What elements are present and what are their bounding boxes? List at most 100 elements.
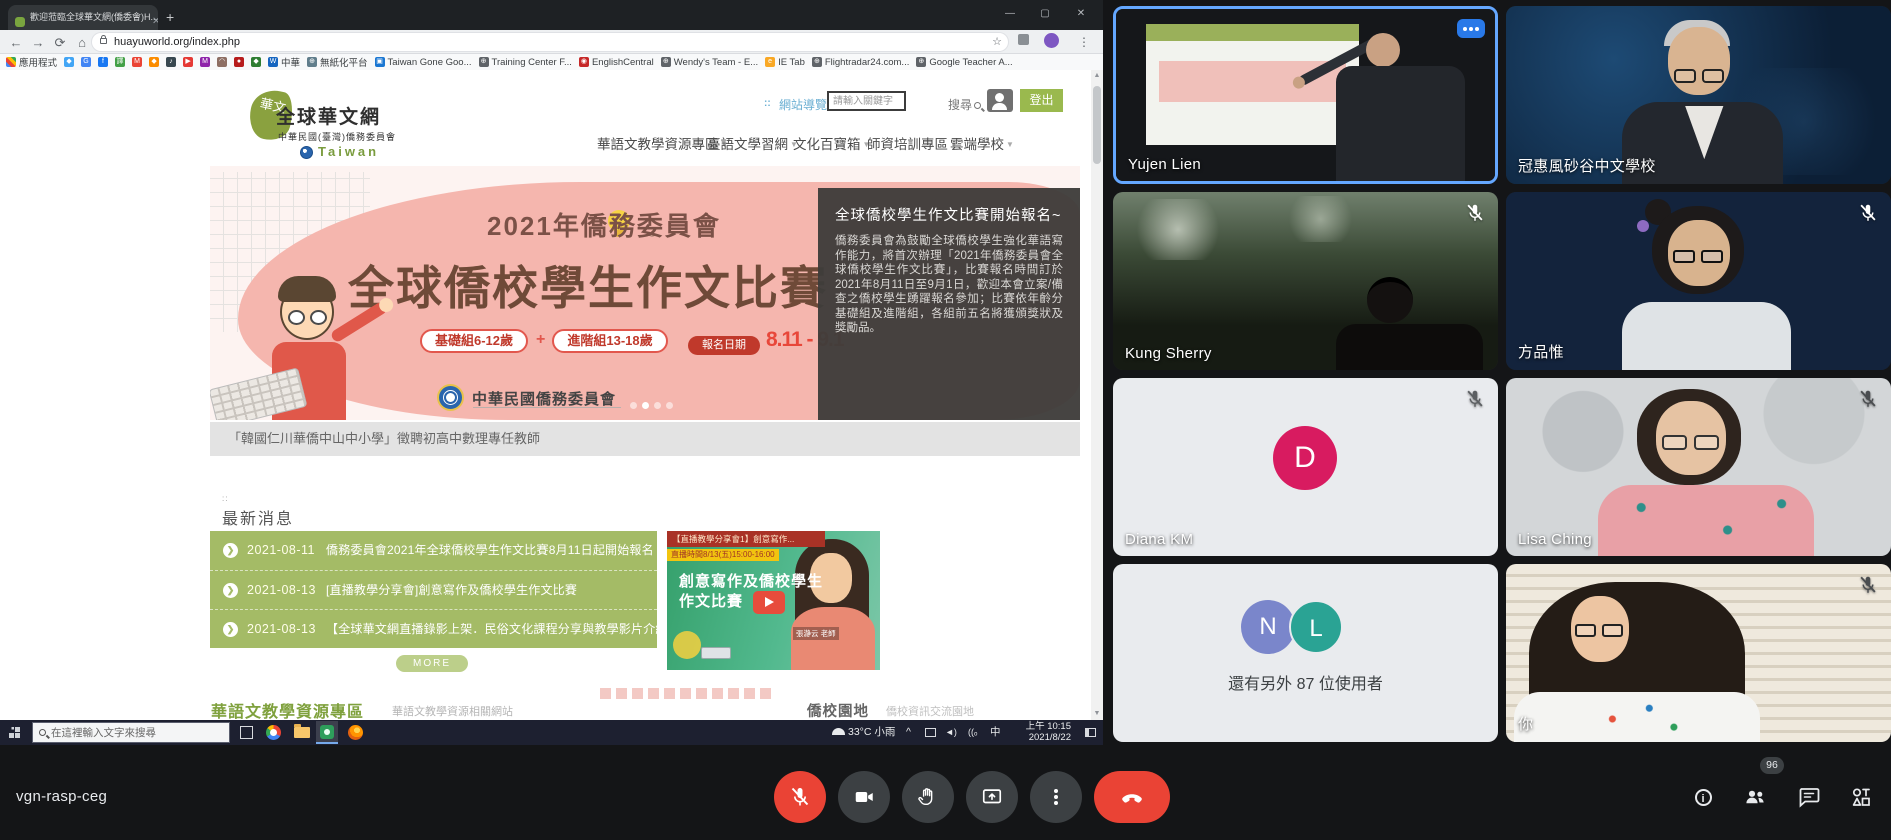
firefox-taskbar-icon[interactable]: [348, 725, 363, 740]
nav-taiwanese-learning[interactable]: 臺語文學習網 ▼: [707, 133, 798, 153]
tile-school-participant[interactable]: 冠惠風砂谷中文學校: [1506, 6, 1891, 184]
chrome-taskbar-icon[interactable]: [266, 725, 281, 740]
news-row[interactable]: ❯ 2021-08-13 [直播教學分享會]創意寫作及僑校學生作文比賽: [210, 570, 657, 609]
window-close-button[interactable]: ✕: [1066, 0, 1096, 28]
bookmark-icon-item[interactable]: M: [200, 57, 211, 67]
bookmark-item[interactable]: ⊕ Google Teacher A...: [916, 57, 1013, 68]
window-maximize-button[interactable]: ▢: [1030, 0, 1060, 28]
tile-diana-km[interactable]: D Diana KM: [1113, 378, 1498, 556]
play-button-icon[interactable]: [753, 591, 785, 614]
notification-center-icon[interactable]: [1085, 728, 1096, 737]
language-indicator[interactable]: 中: [990, 720, 1001, 745]
bookmark-item[interactable]: ⊕ Wendy's Team - E...: [660, 57, 758, 68]
tile-other-participants[interactable]: N L 還有另外 87 位使用者: [1113, 564, 1498, 742]
new-tab-button[interactable]: +: [166, 5, 174, 29]
member-account-button[interactable]: [987, 89, 1013, 112]
bookmark-icon-item[interactable]: ◆: [64, 57, 75, 67]
scrollbar-thumb[interactable]: [1093, 86, 1101, 164]
bookmark-star-icon[interactable]: ☆: [992, 33, 1002, 51]
nav-culture-box[interactable]: 文化百寶箱 ▼: [793, 133, 870, 153]
bookmark-icon-item[interactable]: ◠: [217, 57, 228, 67]
scroll-up-arrow[interactable]: ▲: [1091, 72, 1103, 79]
participant-name: Diana KM: [1125, 531, 1194, 548]
bookmark-icon-item[interactable]: ♪: [166, 57, 177, 67]
site-search-button[interactable]: 搜尋: [948, 96, 982, 113]
end-call-button[interactable]: [1094, 771, 1170, 823]
bookmark-icon-item[interactable]: ◆: [251, 57, 262, 67]
video-thumbnail[interactable]: 【直播教學分享會1】創意寫作... 直播時間8/13(五)15:00-16:00…: [667, 531, 880, 670]
bookmark-icon-item[interactable]: M: [132, 57, 143, 67]
tile-fang-pin-wei[interactable]: 方品惟: [1506, 192, 1891, 370]
nav-teacher-training[interactable]: 師資培訓專區 ▼: [867, 133, 958, 153]
tile-you[interactable]: 你: [1506, 564, 1891, 742]
news-row[interactable]: ❯ 2021-08-13 【全球華文網直播錄影上架．民俗文化課程分享與教學影片介…: [210, 609, 657, 648]
meeting-details-button[interactable]: i: [1690, 784, 1716, 810]
tray-expand-caret[interactable]: ^: [906, 720, 911, 745]
start-button[interactable]: [9, 727, 14, 732]
section-teaching-resources[interactable]: 華語文教學資源專區: [211, 698, 364, 720]
mic-toggle-button[interactable]: [774, 771, 826, 823]
scroll-down-arrow[interactable]: ▼: [1091, 710, 1103, 717]
site-search-input[interactable]: 請輸入關鍵字: [827, 91, 906, 111]
sitemap-link[interactable]: 網站導覽: [779, 96, 827, 113]
tray-display-icon[interactable]: [925, 728, 936, 737]
forward-icon[interactable]: →: [28, 31, 48, 54]
bookmark-item[interactable]: e IE Tab: [765, 57, 805, 68]
nav-cloud-school[interactable]: 雲端學校 ▼: [950, 133, 1014, 153]
clock[interactable]: 上午 10:15 2021/8/22: [1005, 721, 1071, 743]
present-screen-button[interactable]: [966, 771, 1018, 823]
logout-button[interactable]: 登出: [1020, 89, 1063, 112]
tile-lisa-ching[interactable]: Lisa Ching: [1506, 378, 1891, 556]
bookmark-item[interactable]: ⊕ Flightradar24.com...: [811, 57, 909, 68]
tile-yujen-lien[interactable]: Yujen Lien: [1113, 6, 1498, 184]
tile-kung-sherry[interactable]: Kung Sherry: [1113, 192, 1498, 370]
volume-icon[interactable]: ◄): [945, 720, 957, 745]
tab-close-icon[interactable]: ✕: [152, 11, 158, 30]
meet-taskbar-icon[interactable]: [316, 721, 338, 744]
hero-banner[interactable]: ~~~ 2021年僑務委員會 全球僑校學生作文比賽 基礎組6-12歲 + 進階組…: [210, 166, 1080, 420]
news-row[interactable]: ❯ 2021-08-11 僑務委員會2021年全球僑校學生作文比賽8月11日起開…: [210, 531, 657, 570]
window-minimize-button[interactable]: —: [995, 0, 1025, 28]
extensions-icon[interactable]: [1018, 34, 1029, 45]
bookmark-apps[interactable]: 應用程式: [6, 55, 57, 69]
taskbar-search[interactable]: 在這裡輸入文字來搜尋: [32, 722, 230, 743]
profile-avatar[interactable]: [1044, 33, 1059, 48]
browser-tab[interactable]: 歡迎蒞臨全球華文網(僑委會)H... ✕: [8, 5, 158, 30]
announcement-ticker[interactable]: 「韓國仁川華僑中山中小學」徵聘初高中數理專任教師: [210, 422, 1080, 456]
weather-widget[interactable]: 33°C 小雨: [832, 720, 895, 745]
bookmark-item[interactable]: ⊕ 無紙化平台: [307, 55, 368, 69]
carousel-dots[interactable]: [630, 396, 678, 414]
reload-icon[interactable]: ⟳: [50, 31, 70, 54]
bookmark-item[interactable]: W 中華: [268, 55, 300, 69]
network-icon[interactable]: ((ₒ: [968, 720, 977, 745]
bookmark-item[interactable]: ▣ Taiwan Gone Goo...: [374, 57, 472, 68]
bookmark-icon-item[interactable]: ▶: [183, 57, 194, 67]
bookmarks-bar: 應用程式 ◆ G f 譯 M ◆ ♪ ▶ M ◠ ● ◆ W 中華 ⊕ 無紙化平台 …: [0, 54, 1103, 70]
participants-button[interactable]: [1742, 784, 1768, 810]
file-explorer-icon[interactable]: [294, 724, 310, 738]
address-bar[interactable]: huayuworld.org/index.php ☆: [92, 33, 1008, 51]
bookmark-icon-item[interactable]: ◆: [149, 57, 160, 67]
bookmark-icon-item[interactable]: f: [98, 57, 109, 67]
bookmark-icon-item[interactable]: G: [81, 57, 92, 67]
browser-menu-icon[interactable]: ⋮: [1078, 31, 1090, 53]
home-icon[interactable]: ⌂: [72, 31, 92, 54]
section-school-corner[interactable]: 僑校園地: [807, 700, 869, 720]
bookmark-icon-item[interactable]: ●: [234, 57, 245, 67]
news-more-button[interactable]: MORE: [396, 655, 468, 672]
favicon: ▶: [183, 57, 194, 67]
activities-button[interactable]: [1848, 784, 1874, 810]
page-scrollbar[interactable]: [1091, 70, 1103, 720]
task-view-icon[interactable]: [240, 726, 253, 739]
back-icon[interactable]: ←: [6, 31, 26, 54]
camera-toggle-button[interactable]: [838, 771, 890, 823]
ocac-emblem-icon: [437, 384, 464, 411]
bookmark-item[interactable]: ◉ EnglishCentral: [578, 57, 654, 68]
chat-button[interactable]: [1796, 784, 1822, 810]
bookmark-item[interactable]: ⊕ Training Center F...: [478, 57, 572, 68]
site-title[interactable]: 全球華文網: [276, 102, 381, 129]
more-options-button[interactable]: [1030, 771, 1082, 823]
raise-hand-button[interactable]: [902, 771, 954, 823]
bookmark-icon-item[interactable]: 譯: [115, 57, 126, 67]
video-time-tag: 直播時間8/13(五)15:00-16:00: [667, 549, 779, 561]
